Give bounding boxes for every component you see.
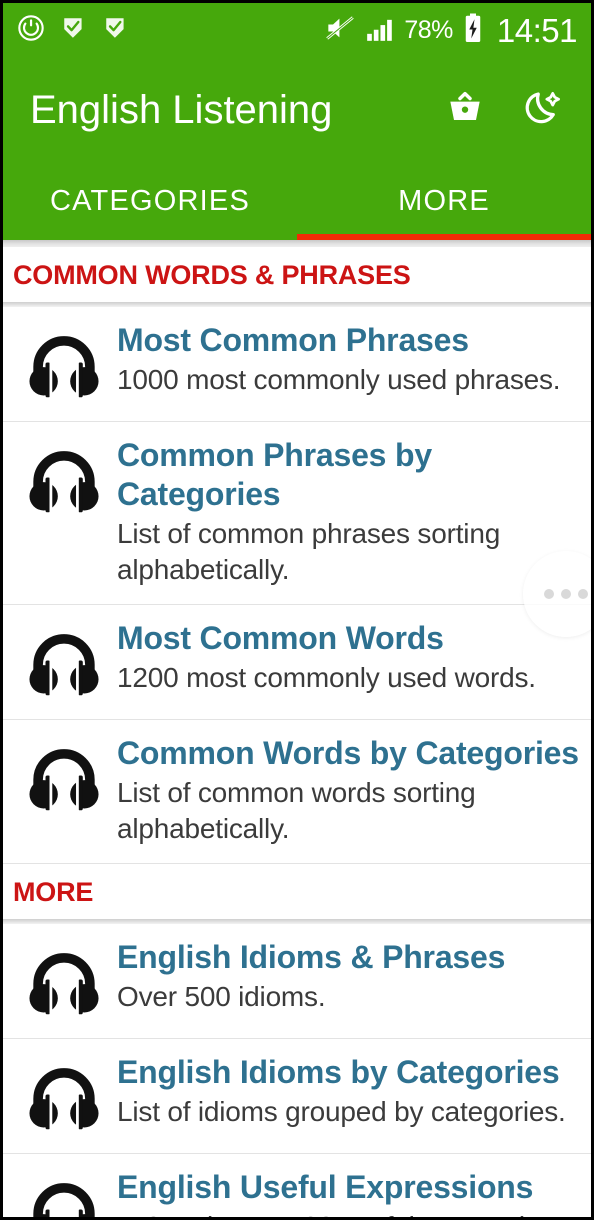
list-item-text: English Idioms & Phrases Over 500 idioms… bbox=[101, 938, 579, 1015]
power-saving-icon bbox=[17, 14, 45, 47]
content-list: COMMON WORDS & PHRASES Most Common Phras… bbox=[3, 247, 591, 1217]
mute-icon bbox=[324, 14, 356, 47]
list-item[interactable]: Most Common Words 1200 most commonly use… bbox=[3, 605, 591, 721]
list-item-subtitle: 1000 most commonly used phrases. bbox=[117, 364, 561, 396]
battery-percent-label: 78% bbox=[404, 16, 453, 44]
list-item-subtitle: Over 500 idioms. bbox=[117, 981, 326, 1013]
tab-more-label: MORE bbox=[398, 185, 490, 217]
list-item-subtitle: 1200 most commonly used words. bbox=[117, 662, 536, 694]
list-item-subtitle: 110 topics & 1100 useful expressions. bbox=[117, 1209, 579, 1217]
list-item[interactable]: Common Words by Categories List of commo… bbox=[3, 720, 591, 864]
clock-label: 14:51 bbox=[496, 12, 578, 49]
list-item[interactable]: English Idioms by Categories List of idi… bbox=[3, 1039, 591, 1155]
status-bar-right-icons: 78% 14:51 bbox=[324, 12, 578, 49]
list-item-title: Most Common Phrases bbox=[117, 322, 469, 359]
list-item[interactable]: Common Phrases by Categories List of com… bbox=[3, 422, 591, 606]
headphones-icon bbox=[27, 321, 101, 405]
shopping-basket-icon[interactable] bbox=[445, 88, 485, 133]
list-item-title: English Idioms & Phrases bbox=[117, 939, 506, 976]
tab-selection-indicator bbox=[297, 234, 591, 240]
app-bar: English Listening bbox=[3, 58, 591, 163]
list-item-text: Most Common Words 1200 most commonly use… bbox=[101, 619, 579, 696]
app-screen: 78% 14:51 English Listening CATEGORIES M… bbox=[0, 0, 594, 1220]
list-item[interactable]: Most Common Phrases 1000 most commonly u… bbox=[3, 307, 591, 423]
fab-dot-3 bbox=[578, 589, 588, 599]
list-item-title: Common Words by Categories bbox=[117, 735, 579, 772]
list-item-text: Most Common Phrases 1000 most commonly u… bbox=[101, 321, 579, 398]
headphones-icon bbox=[27, 734, 101, 818]
headphones-icon bbox=[27, 619, 101, 703]
download-check-icon bbox=[103, 15, 129, 46]
list-item-text: English Idioms by Categories List of idi… bbox=[101, 1053, 579, 1130]
tab-categories-label: CATEGORIES bbox=[50, 185, 250, 217]
list-item-title: English Idioms by Categories bbox=[117, 1054, 560, 1091]
fab-dot-1 bbox=[544, 589, 554, 599]
night-mode-icon[interactable] bbox=[521, 86, 565, 135]
list-item-subtitle: List of common phrases sorting alphabeti… bbox=[117, 518, 501, 586]
headphones-icon bbox=[27, 436, 101, 520]
app-bar-shadow bbox=[3, 240, 591, 247]
list-item-text: Common Words by Categories List of commo… bbox=[101, 734, 579, 847]
headphones-icon bbox=[27, 938, 101, 1022]
status-bar: 78% 14:51 bbox=[3, 3, 591, 58]
status-bar-left-icons bbox=[17, 14, 129, 47]
tab-bar: CATEGORIES MORE bbox=[3, 163, 591, 240]
list-item-text: English Useful Expressions 110 topics & … bbox=[101, 1168, 579, 1217]
list-item-subtitle: List of idioms grouped by categories. bbox=[117, 1096, 566, 1128]
section-header: MORE bbox=[3, 863, 591, 920]
tab-more[interactable]: MORE bbox=[297, 163, 591, 240]
fab-dot-2 bbox=[561, 589, 571, 599]
signal-bars-icon bbox=[365, 14, 395, 47]
list-item-title: Most Common Words bbox=[117, 620, 444, 657]
list-item[interactable]: English Useful Expressions 110 topics & … bbox=[3, 1154, 591, 1217]
list-item[interactable]: English Idioms & Phrases Over 500 idioms… bbox=[3, 924, 591, 1040]
list-item-subtitle: List of common words sorting alphabetica… bbox=[117, 777, 476, 844]
battery-charging-icon bbox=[462, 13, 484, 48]
app-title: English Listening bbox=[30, 88, 333, 132]
headphones-icon bbox=[27, 1053, 101, 1137]
list-item-text: Common Phrases by Categories List of com… bbox=[101, 436, 579, 588]
app-bar-actions bbox=[445, 86, 565, 135]
headphones-icon bbox=[27, 1168, 101, 1217]
tab-categories[interactable]: CATEGORIES bbox=[3, 163, 297, 240]
download-check-icon bbox=[61, 15, 87, 46]
list-item-title: Common Phrases by Categories bbox=[117, 437, 432, 513]
section-header: COMMON WORDS & PHRASES bbox=[3, 247, 591, 303]
list-item-title: English Useful Expressions bbox=[117, 1169, 534, 1206]
